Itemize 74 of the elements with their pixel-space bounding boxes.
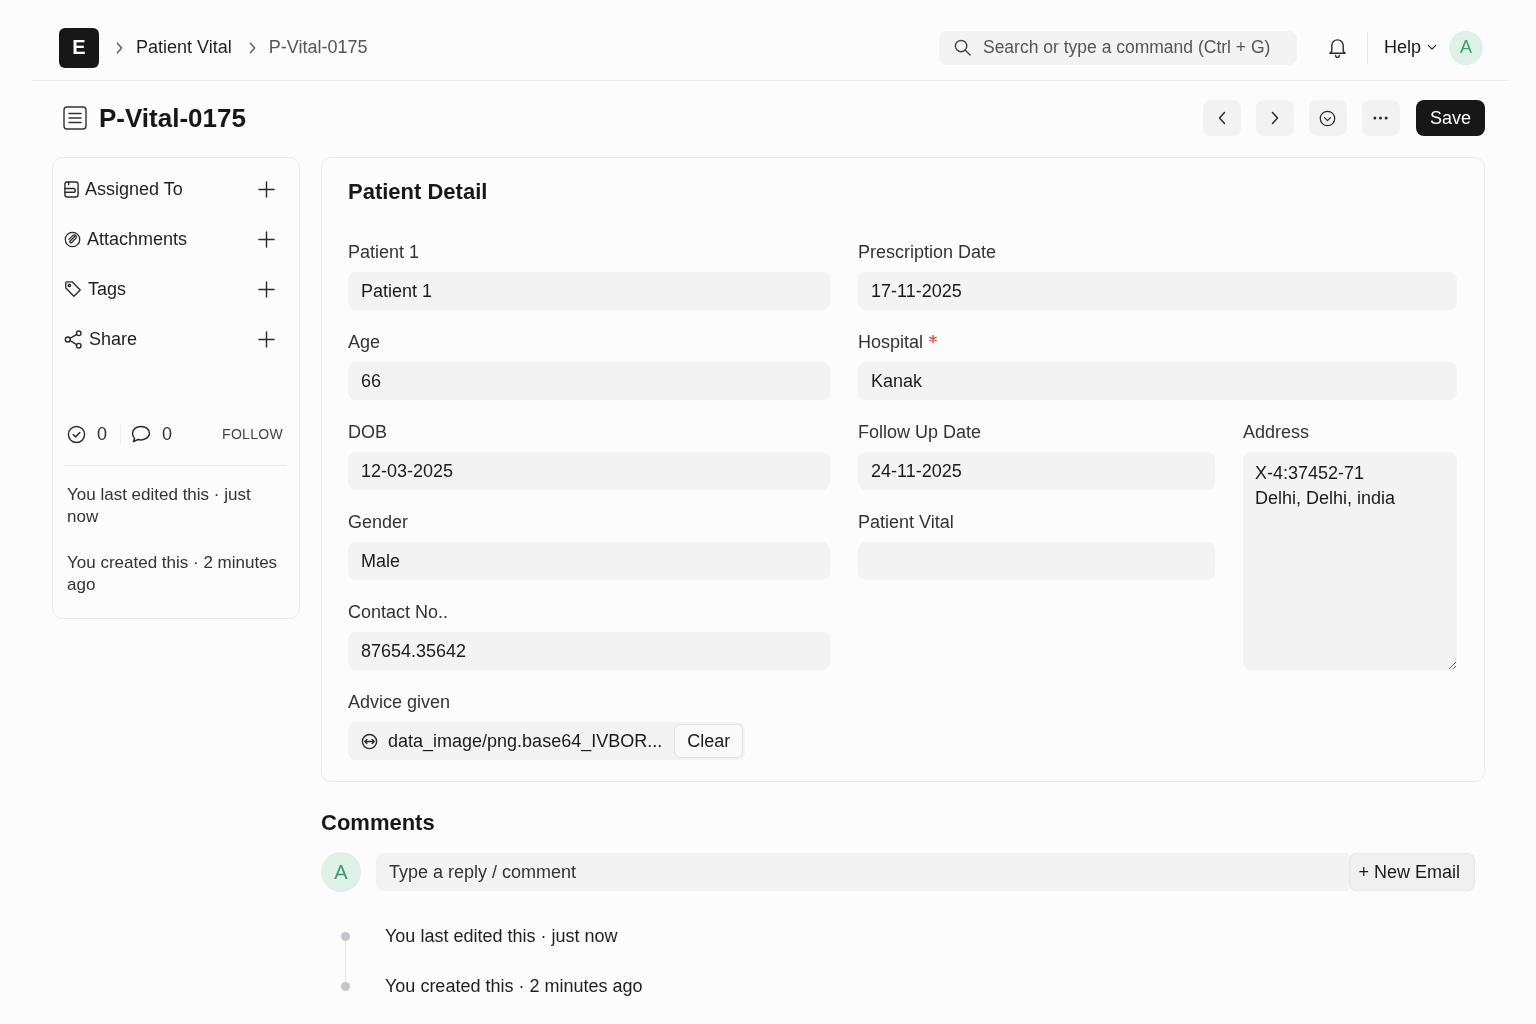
save-button[interactable]: Save <box>1415 100 1485 136</box>
like-count: 0 <box>97 423 107 445</box>
chevron-right-icon <box>248 41 256 54</box>
text-field[interactable]: 12-03-2025 <box>348 452 830 490</box>
app-logo[interactable]: E <box>59 27 99 68</box>
add-button[interactable] <box>258 230 275 248</box>
field-label: Contact No.. <box>348 602 449 622</box>
page-title: P-Vital-0175 <box>99 102 246 134</box>
search-field[interactable]: Search or type a command (Ctrl + G) <box>938 30 1297 65</box>
comment-icon[interactable] <box>131 425 151 443</box>
text-field[interactable]: Kanak <box>858 362 1457 400</box>
document-icon <box>63 106 87 130</box>
follow-link[interactable]: FOLLOW <box>222 426 283 442</box>
ellipsis-icon <box>1373 116 1389 120</box>
comment-input[interactable]: Type a reply / comment <box>376 853 1350 891</box>
clear-button[interactable]: Clear <box>674 724 744 758</box>
add-button[interactable] <box>258 180 275 198</box>
textarea-field[interactable]: X-4:37452-71 Delhi, Delhi, india <box>1243 452 1457 670</box>
field-label: Patient Vital <box>858 512 954 532</box>
field-label: Gender <box>348 512 409 532</box>
plus-icon <box>258 330 275 348</box>
breadcrumb-link[interactable]: Patient Vital <box>136 37 232 58</box>
text-field[interactable]: 24-11-2025 <box>858 452 1215 490</box>
plus-icon <box>258 230 275 248</box>
status-button[interactable] <box>1308 100 1347 136</box>
section-title: Patient Detail <box>348 178 489 206</box>
chevron-right-icon <box>116 41 123 54</box>
clipboard-icon <box>64 180 79 198</box>
sidebar-label[interactable]: Share <box>89 328 258 350</box>
field-label: Address <box>1243 422 1310 442</box>
chevron-right-icon <box>1270 111 1279 125</box>
text-field[interactable]: 87654.35642 <box>348 632 830 670</box>
caret-icon <box>1427 44 1437 51</box>
chevron-left-icon <box>1217 111 1226 125</box>
new-email-button[interactable]: + New Email <box>1349 853 1475 891</box>
field-label: Advice given <box>348 692 451 712</box>
comment-count: 0 <box>162 423 173 445</box>
field-label: DOB <box>348 422 387 442</box>
sidebar-label[interactable]: Attachments <box>87 228 258 250</box>
search-icon <box>953 39 971 56</box>
circle-chevron-icon <box>1319 109 1337 127</box>
activity-text: You created this · 2 minutes ago <box>67 552 279 596</box>
circle-arrows-icon <box>361 732 378 750</box>
text-field[interactable]: Patient 1 <box>348 272 830 310</box>
user-avatar: A <box>321 852 361 892</box>
bell-icon[interactable] <box>1327 37 1347 58</box>
help-menu[interactable]: Help <box>1383 37 1437 58</box>
field-label: Patient 1 <box>348 242 420 262</box>
add-button[interactable] <box>258 330 275 348</box>
field-label: Hospital <box>858 332 924 352</box>
text-field[interactable]: 17-11-2025 <box>858 272 1457 310</box>
attachment-field[interactable]: data_image/png.base64_IVBOR... Clear <box>348 722 746 760</box>
add-button[interactable] <box>258 280 275 298</box>
sidebar-label[interactable]: Assigned To <box>85 178 258 200</box>
timeline-dot-icon <box>340 981 350 991</box>
tag-icon <box>64 280 82 298</box>
field-label: Age <box>348 332 381 352</box>
breadcrumb-link[interactable]: P-Vital-0175 <box>268 37 368 58</box>
plus-icon <box>258 180 275 198</box>
text-field[interactable]: Male <box>348 542 830 580</box>
comments-heading: Comments <box>321 809 436 837</box>
file-name: data_image/png.base64_IVBOR... <box>388 730 663 752</box>
text-field[interactable]: 66 <box>348 362 830 400</box>
field-label: Follow Up Date <box>858 422 982 442</box>
timeline-text: You last edited this · just now <box>385 925 618 947</box>
sidebar-label[interactable]: Tags <box>88 278 258 300</box>
field-label: Prescription Date <box>858 242 997 262</box>
circle-check-icon[interactable] <box>67 424 86 444</box>
timeline-text: You created this · 2 minutes ago <box>385 975 643 997</box>
plus-icon <box>258 280 275 298</box>
activity-text: You last edited this · just now <box>67 484 252 528</box>
paperclip-icon <box>64 230 81 248</box>
timeline-dot-icon <box>340 931 350 941</box>
share-icon <box>64 329 83 349</box>
